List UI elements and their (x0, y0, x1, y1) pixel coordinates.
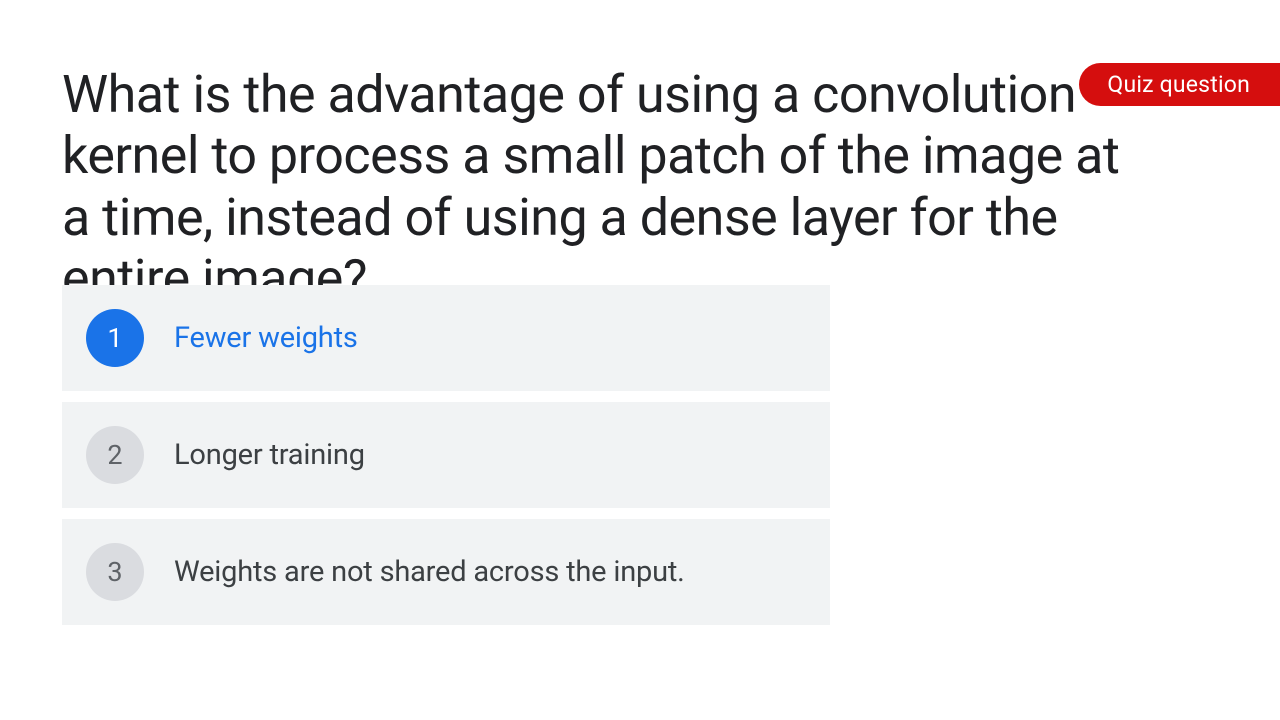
option-text-1: Fewer weights (174, 321, 358, 355)
option-1[interactable]: 1 Fewer weights (62, 285, 830, 391)
option-number-3: 3 (86, 543, 144, 601)
options-list: 1 Fewer weights 2 Longer training 3 Weig… (62, 285, 830, 636)
option-number-2: 2 (86, 426, 144, 484)
question-text: What is the advantage of using a convolu… (62, 64, 1132, 309)
option-number-1: 1 (86, 309, 144, 367)
option-3[interactable]: 3 Weights are not shared across the inpu… (62, 519, 830, 625)
option-2[interactable]: 2 Longer training (62, 402, 830, 508)
option-text-2: Longer training (174, 438, 365, 472)
option-text-3: Weights are not shared across the input. (174, 555, 685, 589)
